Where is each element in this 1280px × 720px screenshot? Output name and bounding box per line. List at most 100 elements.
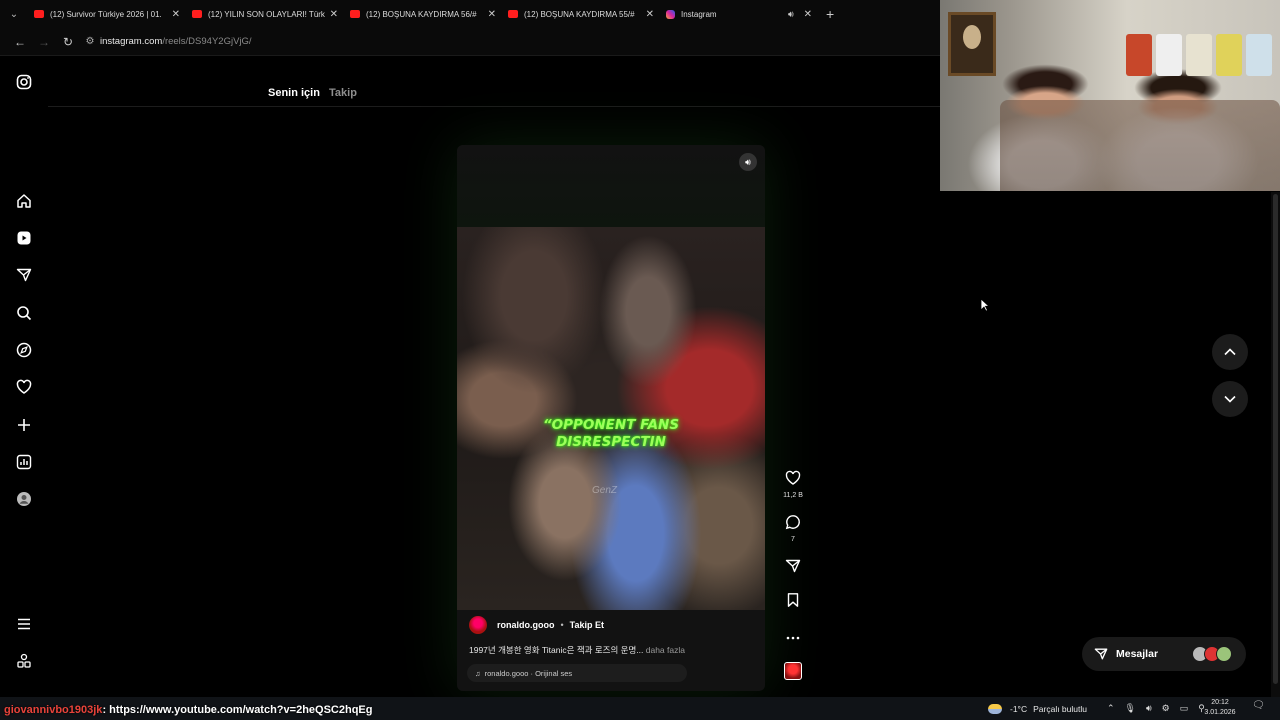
messages-label: Mesajlar — [1116, 648, 1159, 660]
browser-tab-bar: ⌄ (12) Survivor Türkiye 2026 | 01. ✕ (12… — [0, 0, 940, 28]
reel-audio-link[interactable]: ♫ ronaldo.gooo · Orijinal ses — [467, 664, 687, 682]
network-icon[interactable]: ⚙︎ — [1162, 703, 1170, 714]
like-action[interactable]: 11,2 B — [776, 470, 810, 499]
microphone-icon[interactable]: 🎙︎ — [1125, 703, 1136, 714]
explore-compass-icon[interactable] — [14, 340, 34, 360]
reload-icon[interactable]: ↻ — [56, 35, 80, 49]
jersey — [1186, 34, 1212, 76]
reel-footer: ronaldo.gooo • Takip Et 1997년 개봉한 영화 Tit… — [457, 610, 765, 691]
follow-button[interactable]: Takip Et — [570, 620, 604, 630]
back-arrow-icon[interactable]: ← — [8, 35, 32, 49]
next-reel-button[interactable] — [1212, 381, 1248, 417]
home-icon[interactable] — [14, 191, 34, 211]
tab-close-icon[interactable]: ✕ — [330, 9, 338, 20]
chevron-down-icon — [1224, 395, 1236, 403]
page-scrollbar[interactable] — [1271, 192, 1280, 697]
address-bar: ← → ↻ ⚙︎ instagram.com/reels/DS94Y2GjVjG… — [0, 28, 940, 56]
tab-title: (12) Survivor Türkiye 2026 | 01. — [50, 9, 162, 19]
reel-letterbox — [457, 145, 765, 227]
tab-close-icon[interactable]: ✕ — [488, 9, 496, 20]
system-tray: -1°C Parçalı bulutlu ⌃ 🎙︎ 🔊︎ ⚙︎ ▭ ⚲ — [988, 697, 1205, 720]
site-settings-icon[interactable]: ⚙︎ — [80, 36, 100, 47]
create-plus-icon[interactable] — [14, 415, 34, 435]
tab-close-icon[interactable]: ✕ — [804, 9, 812, 20]
tab-title: (12) YILIN SON OLAYLARI! Türk — [208, 9, 325, 19]
more-apps-icon[interactable] — [14, 651, 34, 671]
like-count: 11,2 B — [783, 492, 803, 499]
caption-text: 1997년 개봉한 영화 Titanic은 잭과 로즈의 운명... — [469, 645, 644, 655]
browser-tab[interactable]: (12) BOŞUNA KAYDIRMA 56/# ✕ — [344, 0, 502, 28]
reel-author: ronaldo.gooo • Takip Et — [469, 616, 604, 634]
browser-tab-active[interactable]: Instagram 🔊︎ ✕ — [660, 0, 818, 28]
new-tab-plus-icon[interactable]: + — [826, 6, 834, 22]
tab-title: (12) BOŞUNA KAYDIRMA 55/# — [524, 9, 635, 19]
tab-title: Instagram — [681, 9, 717, 19]
tab-close-icon[interactable]: ✕ — [172, 9, 180, 20]
search-icon[interactable] — [14, 303, 34, 323]
heart-notifications-icon[interactable] — [14, 377, 34, 397]
browser-tab[interactable]: (12) Survivor Türkiye 2026 | 01. ✕ — [28, 0, 186, 28]
comment-bubble-icon — [785, 515, 800, 530]
notification-icon[interactable]: 🗨︎ — [1252, 700, 1265, 711]
forward-arrow-icon[interactable]: → — [32, 35, 56, 49]
reel-player[interactable]: 🔊︎ “OPPONENT FANS DISRESPECTIN GenZ rona… — [457, 145, 765, 691]
display-icon[interactable]: ▭ — [1180, 703, 1189, 714]
url-host: instagram.com — [100, 36, 163, 47]
feed-tabs: Senin için Takip — [268, 87, 357, 99]
chevron-up-icon[interactable]: ⌃ — [1107, 703, 1115, 714]
speaker-icon[interactable]: 🔊︎ — [788, 9, 794, 20]
volume-icon[interactable]: 🔊︎ — [739, 153, 757, 171]
save-action[interactable] — [776, 592, 810, 613]
menu-hamburger-icon[interactable] — [14, 614, 34, 634]
weather-icon[interactable] — [988, 703, 1002, 714]
tab-following[interactable]: Takip — [329, 87, 357, 99]
jersey — [1126, 34, 1152, 76]
url-field[interactable]: instagram.com/reels/DS94Y2GjVjG/ — [100, 36, 252, 47]
more-options-icon[interactable] — [776, 628, 810, 646]
author-avatar[interactable] — [469, 616, 487, 634]
chat-overlay: giovannivbo1903jk: https://www.youtube.c… — [4, 704, 372, 716]
bookmark-icon — [787, 593, 799, 607]
messages-button[interactable]: Mesajlar — [1082, 637, 1246, 671]
browser-tab[interactable]: (12) BOŞUNA KAYDIRMA 55/# ✕ — [502, 0, 660, 28]
youtube-icon — [192, 10, 202, 18]
instagram-icon — [666, 9, 675, 19]
browser-tab[interactable]: (12) YILIN SON OLAYLARI! Türk ✕ — [186, 0, 344, 28]
comment-action[interactable]: 7 — [776, 514, 810, 543]
reel-video-frame[interactable]: “OPPONENT FANS DISRESPECTIN GenZ — [457, 227, 765, 610]
jersey — [1246, 34, 1272, 76]
sofa — [1000, 100, 1280, 191]
temperature[interactable]: -1°C — [1010, 704, 1027, 714]
tab-for-you[interactable]: Senin için — [268, 87, 320, 99]
reel-overlay-text: “OPPONENT FANS DISRESPECTIN — [457, 417, 765, 451]
chat-username: giovannivbo1903jk — [4, 704, 103, 716]
divider — [48, 106, 940, 107]
audio-thumbnail[interactable] — [784, 662, 802, 680]
tab-title: (12) BOŞUNA KAYDIRMA 56/# — [366, 9, 477, 19]
previous-reel-button[interactable] — [1212, 334, 1248, 370]
webcam-overlay — [940, 0, 1280, 191]
jersey — [1156, 34, 1182, 76]
chevron-up-icon — [1224, 348, 1236, 356]
share-action[interactable] — [776, 558, 810, 579]
reels-icon[interactable] — [14, 228, 34, 248]
author-username[interactable]: ronaldo.gooo — [497, 620, 555, 630]
direct-messages-icon[interactable] — [14, 265, 34, 285]
dashboard-chart-icon[interactable] — [14, 452, 34, 472]
scrollbar-thumb[interactable] — [1273, 194, 1278, 684]
caption-more-link[interactable]: daha fazla — [646, 645, 685, 655]
youtube-icon — [508, 10, 518, 18]
weather-text[interactable]: Parçalı bulutlu — [1033, 704, 1087, 714]
instagram-logo-icon[interactable] — [14, 72, 34, 92]
tab-close-icon[interactable]: ✕ — [646, 9, 654, 20]
audio-label: ronaldo.gooo · Orijinal ses — [484, 668, 573, 678]
share-send-icon — [785, 559, 801, 573]
tab-search-chevron-icon[interactable]: ⌄ — [0, 9, 28, 20]
speaker-icon[interactable]: 🔊︎ — [1146, 703, 1152, 714]
comment-count: 7 — [791, 536, 795, 543]
url-path: /reels/DS94Y2GjVjG/ — [162, 36, 252, 47]
music-note-icon: ♫ — [475, 668, 481, 678]
taskbar-clock[interactable]: 20:12 3.01.2026 — [1202, 698, 1238, 718]
youtube-icon — [34, 10, 44, 18]
profile-avatar-icon[interactable] — [14, 489, 34, 509]
